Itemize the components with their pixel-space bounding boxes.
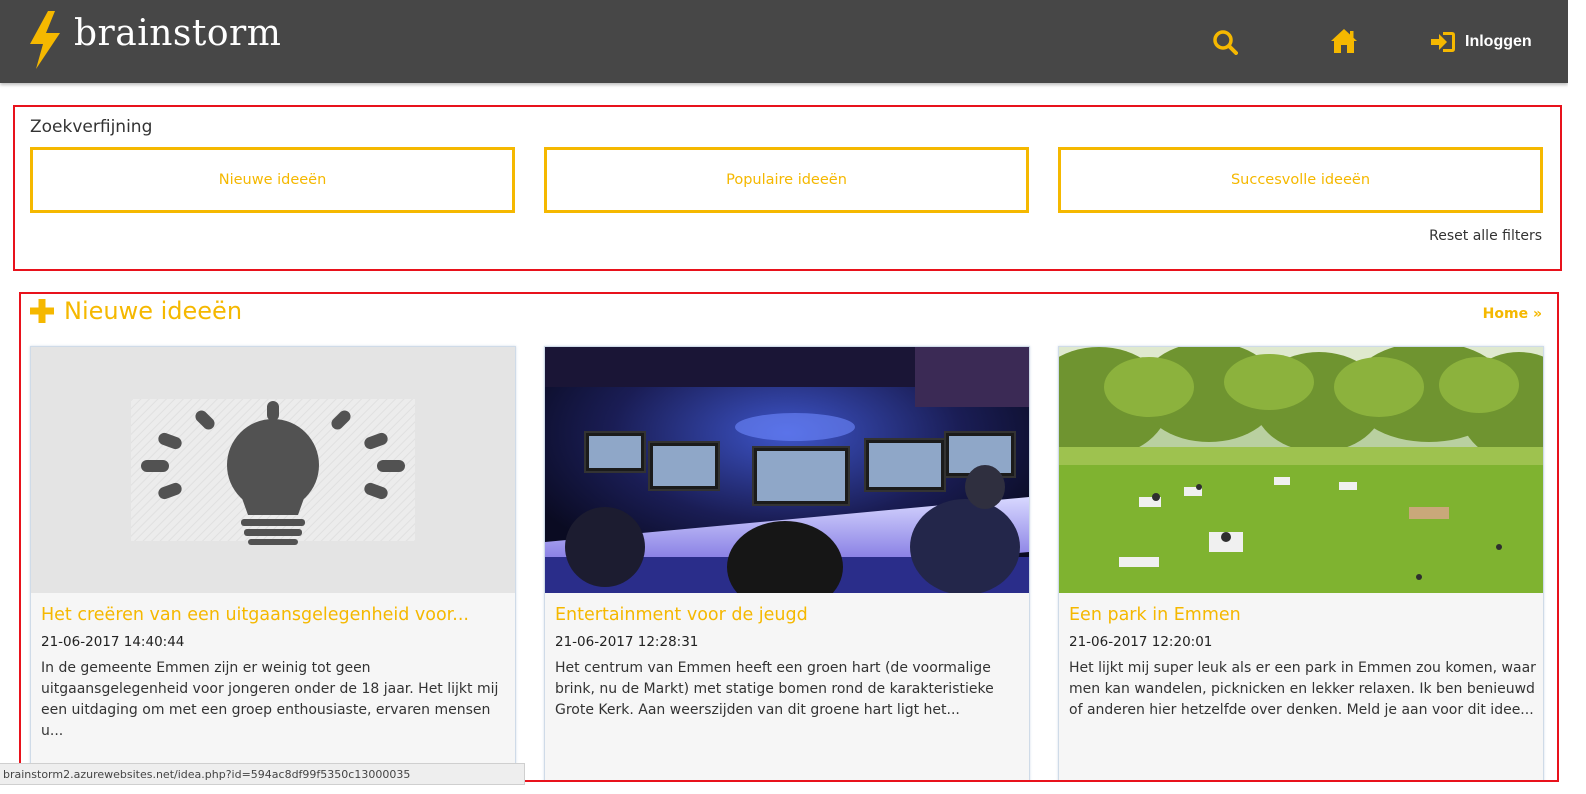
- reset-filters-link[interactable]: Reset alle filters: [1429, 228, 1542, 244]
- section-header: Nieuwe ideeën: [30, 294, 242, 328]
- sign-in-icon: [1431, 32, 1455, 52]
- idea-card[interactable]: Entertainment voor de jeugd 21-06-2017 1…: [544, 346, 1030, 780]
- gaming-event-photo: [545, 347, 1029, 593]
- home-icon[interactable]: [1330, 28, 1358, 54]
- top-navbar: brainstorm Inloggen: [0, 0, 1568, 83]
- section-title: Nieuwe ideeën: [64, 297, 243, 325]
- login-label: Inloggen: [1465, 33, 1532, 50]
- scrollbar-track[interactable]: [1568, 0, 1586, 794]
- browser-status-bar: brainstorm2.azurewebsites.net/idea.php?i…: [0, 763, 525, 785]
- brand-logo[interactable]: brainstorm: [28, 10, 281, 70]
- search-refinement-panel: Zoekverfijning Nieuwe ideeën Populaire i…: [13, 105, 1562, 271]
- lightning-bolt-icon: [30, 11, 60, 69]
- idea-title[interactable]: Een park in Emmen: [1069, 605, 1241, 625]
- idea-description: Het lijkt mij super leuk als er een park…: [1069, 660, 1536, 718]
- filter-popular-ideas-button[interactable]: Populaire ideeën: [544, 147, 1029, 213]
- idea-card[interactable]: Een park in Emmen 21-06-2017 12:20:01 He…: [1058, 346, 1544, 780]
- idea-title[interactable]: Het creëren van een uitgaansgelegenheid …: [41, 605, 469, 625]
- filter-new-ideas-button[interactable]: Nieuwe ideeën: [30, 147, 515, 213]
- lightbulb-placeholder-image: [31, 347, 515, 593]
- new-ideas-section: Nieuwe ideeën Home » Het creëren van een…: [19, 292, 1559, 782]
- idea-title[interactable]: Entertainment voor de jeugd: [555, 605, 808, 625]
- idea-date: 21-06-2017 12:20:01: [1069, 634, 1213, 650]
- idea-date: 21-06-2017 14:40:44: [41, 634, 185, 650]
- home-link[interactable]: Home »: [1483, 306, 1542, 322]
- idea-description: In de gemeente Emmen zijn er weinig tot …: [41, 660, 499, 739]
- park-photo: [1059, 347, 1543, 593]
- filter-title: Zoekverfijning: [30, 117, 153, 137]
- search-icon[interactable]: [1212, 29, 1238, 55]
- login-button[interactable]: Inloggen: [1430, 29, 1532, 55]
- brand-name: brainstorm: [74, 12, 282, 54]
- idea-date: 21-06-2017 12:28:31: [555, 634, 699, 650]
- idea-card[interactable]: Het creëren van een uitgaansgelegenheid …: [30, 346, 516, 780]
- idea-description: Het centrum van Emmen heeft een groen ha…: [555, 660, 994, 718]
- plus-icon: [30, 299, 54, 323]
- filter-successful-ideas-button[interactable]: Succesvolle ideeën: [1058, 147, 1543, 213]
